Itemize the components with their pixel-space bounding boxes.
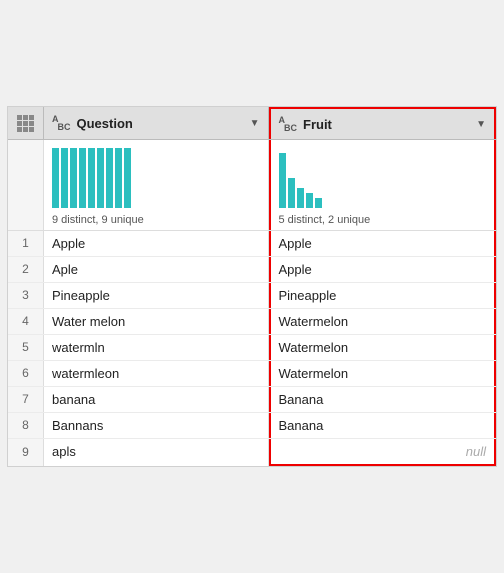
cell-question: watermln <box>44 335 269 360</box>
row-num-histogram <box>8 140 44 230</box>
table-row: 9 apls null <box>8 439 496 466</box>
bar <box>315 198 322 208</box>
dropdown-arrow-question[interactable]: ▼ <box>250 118 260 129</box>
col-header-question[interactable]: ABC Question ▼ <box>44 107 269 139</box>
cell-question: banana <box>44 387 269 412</box>
data-rows: 1 Apple Apple 2 Aple Apple 3 Pineapple P… <box>8 231 496 466</box>
histogram-question: 9 distinct, 9 unique <box>44 140 269 230</box>
cell-fruit: Banana <box>269 387 497 412</box>
bar <box>79 148 86 208</box>
histogram-row: 9 distinct, 9 unique 5 distinct, 2 uniqu… <box>8 140 496 231</box>
stat-question: 9 distinct, 9 unique <box>52 214 144 226</box>
bar <box>88 148 95 208</box>
row-number: 5 <box>8 335 44 360</box>
row-number: 9 <box>8 439 44 466</box>
bar <box>97 148 104 208</box>
histogram-fruit: 5 distinct, 2 unique <box>269 140 497 230</box>
row-number: 3 <box>8 283 44 308</box>
table-row: 5 watermln Watermelon <box>8 335 496 361</box>
col-label-fruit: Fruit <box>303 117 332 132</box>
bar <box>115 148 122 208</box>
row-number: 6 <box>8 361 44 386</box>
type-icon-question: ABC <box>52 114 71 132</box>
cell-fruit: Pineapple <box>269 283 497 308</box>
table-row: 3 Pineapple Pineapple <box>8 283 496 309</box>
data-table: ABC Question ▼ ABC Fruit ▼ <box>7 106 497 467</box>
bar <box>106 148 113 208</box>
grid-icon <box>17 115 34 132</box>
cell-question: Apple <box>44 231 269 256</box>
bars-question <box>52 148 131 208</box>
bar <box>297 188 304 208</box>
bar <box>124 148 131 208</box>
cell-question: Pineapple <box>44 283 269 308</box>
bar <box>279 153 286 208</box>
table-row: 6 watermleon Watermelon <box>8 361 496 387</box>
row-number: 7 <box>8 387 44 412</box>
row-number: 4 <box>8 309 44 334</box>
table-row: 7 banana Banana <box>8 387 496 413</box>
bar <box>306 193 313 208</box>
dropdown-arrow-fruit[interactable]: ▼ <box>476 119 486 130</box>
cell-question: Aple <box>44 257 269 282</box>
row-number: 1 <box>8 231 44 256</box>
cell-fruit: Banana <box>269 413 497 438</box>
row-number: 2 <box>8 257 44 282</box>
bars-fruit <box>279 148 322 208</box>
header-row: ABC Question ▼ ABC Fruit ▼ <box>8 107 496 140</box>
row-number-header <box>8 107 44 139</box>
cell-question: Water melon <box>44 309 269 334</box>
bar <box>52 148 59 208</box>
cell-fruit: Apple <box>269 257 497 282</box>
table-row: 2 Aple Apple <box>8 257 496 283</box>
bar <box>61 148 68 208</box>
table-row: 4 Water melon Watermelon <box>8 309 496 335</box>
cell-fruit: null <box>269 439 497 466</box>
cell-fruit: Watermelon <box>269 335 497 360</box>
table-row: 1 Apple Apple <box>8 231 496 257</box>
type-icon-fruit: ABC <box>279 115 298 133</box>
cell-question: watermleon <box>44 361 269 386</box>
col-label-question: Question <box>77 116 133 131</box>
stat-fruit: 5 distinct, 2 unique <box>279 214 371 226</box>
table-row: 8 Bannans Banana <box>8 413 496 439</box>
col-header-fruit[interactable]: ABC Fruit ▼ <box>269 107 497 139</box>
bar <box>288 178 295 208</box>
bar <box>70 148 77 208</box>
cell-fruit: Watermelon <box>269 309 497 334</box>
cell-fruit: Apple <box>269 231 497 256</box>
cell-fruit: Watermelon <box>269 361 497 386</box>
cell-question: apls <box>44 439 269 466</box>
row-number: 8 <box>8 413 44 438</box>
cell-question: Bannans <box>44 413 269 438</box>
